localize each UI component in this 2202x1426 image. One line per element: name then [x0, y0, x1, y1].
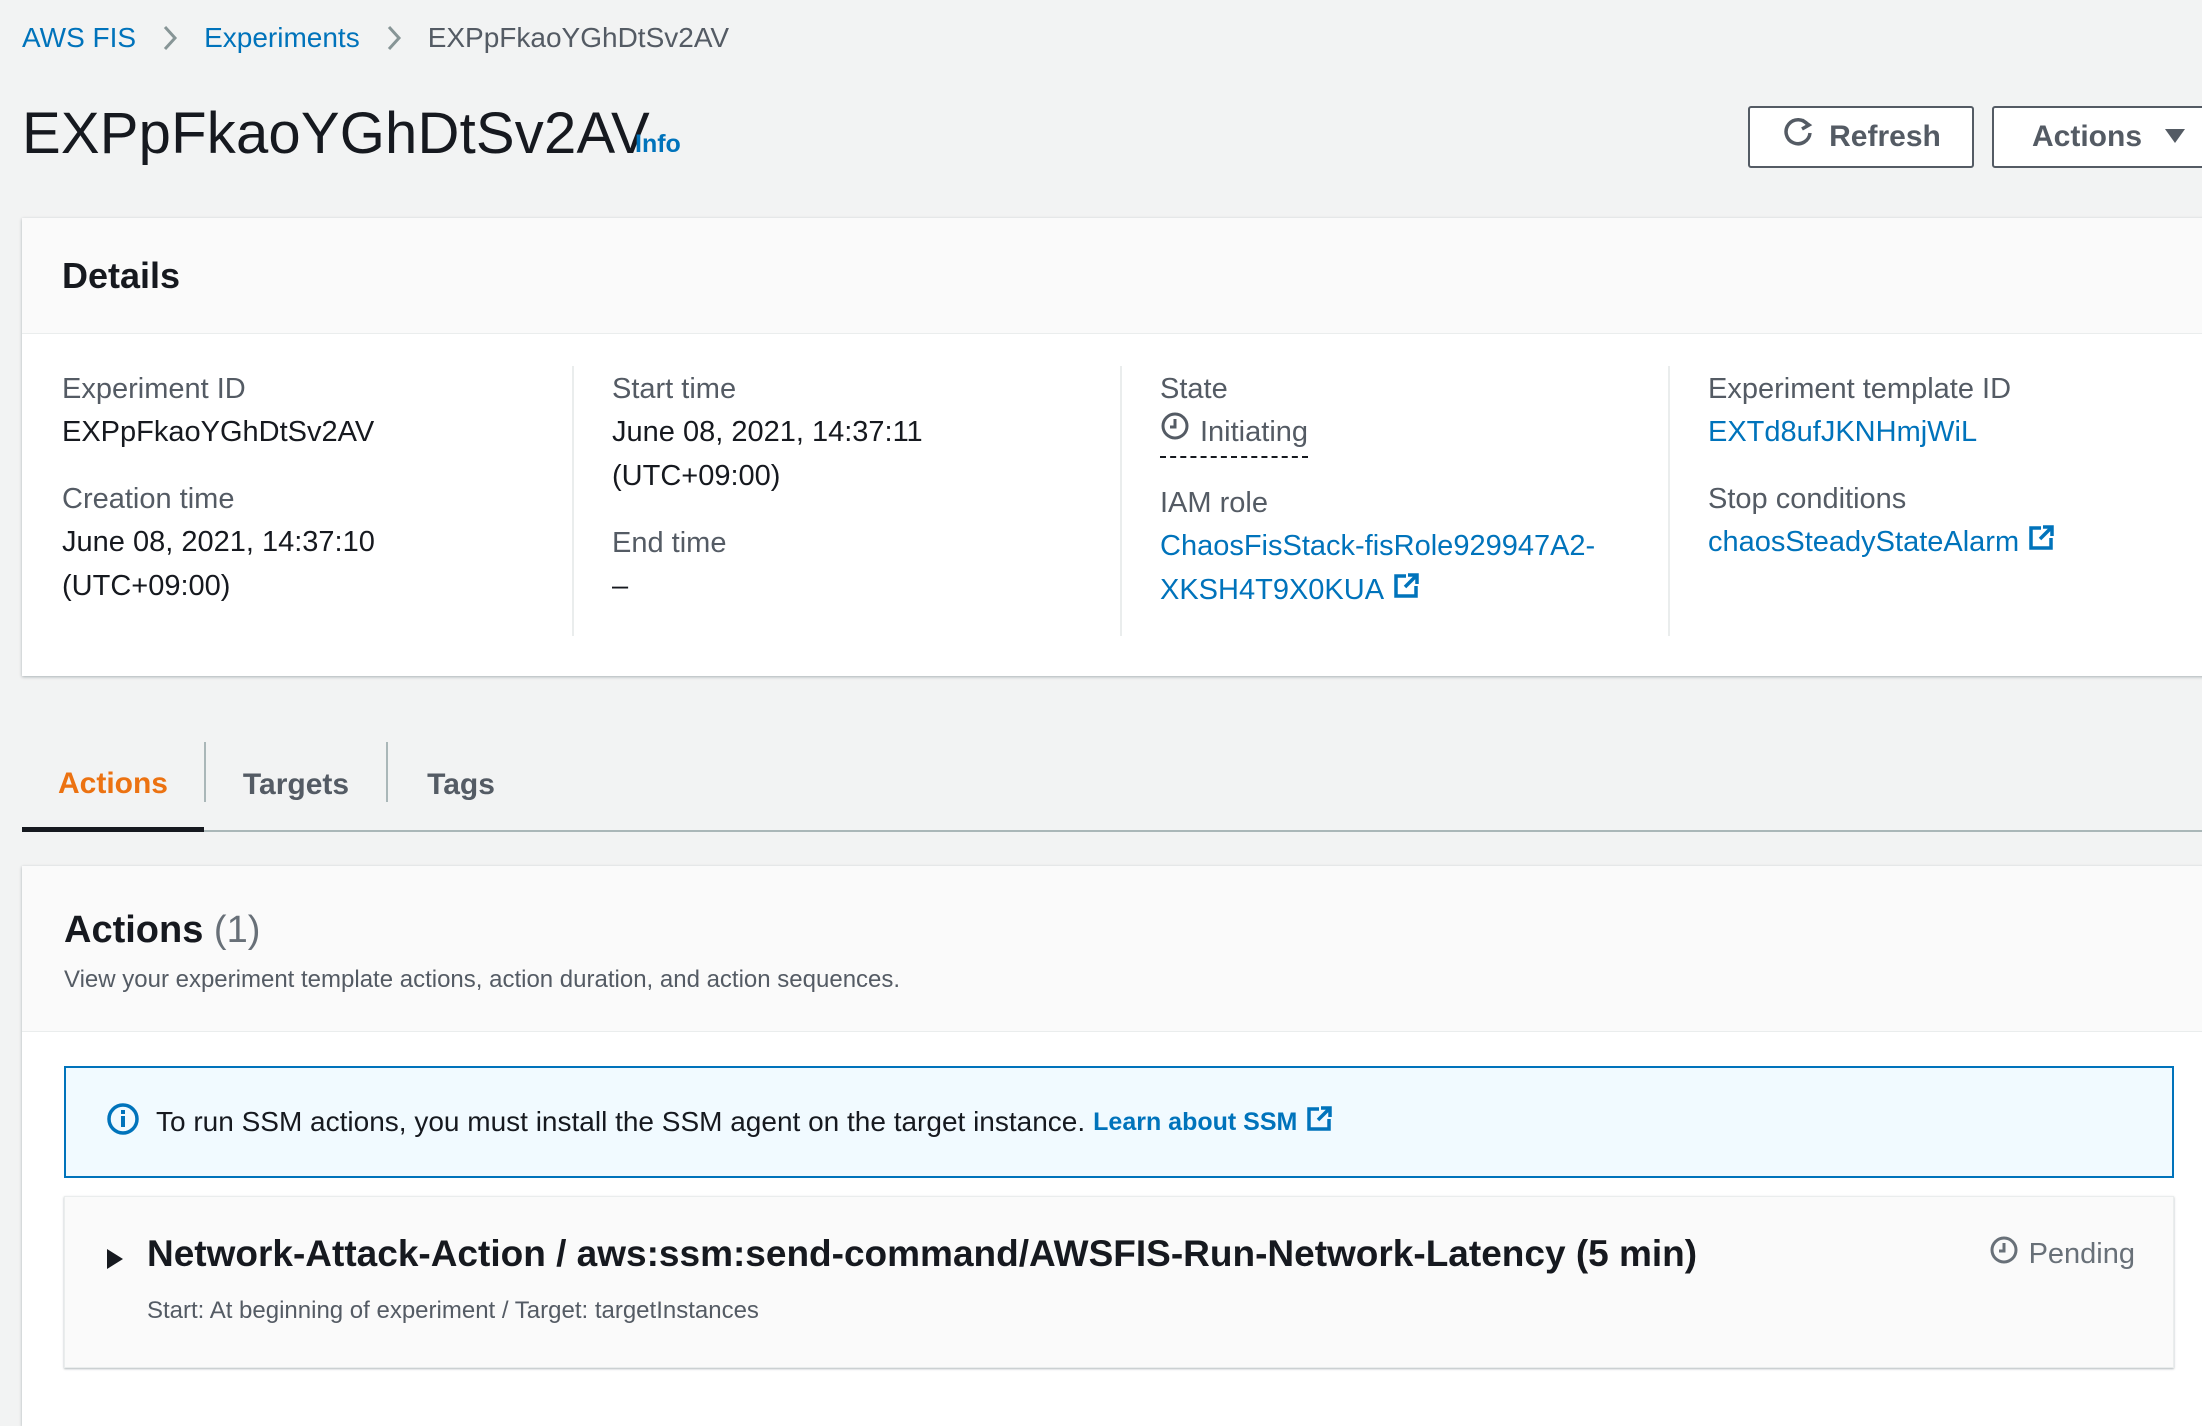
start-time-zone: (UTC+09:00)	[612, 460, 781, 492]
column-divider	[1668, 366, 1670, 636]
ssm-info-alert: To run SSM actions, you must install the…	[64, 1066, 2174, 1178]
clock-icon	[1160, 410, 1200, 454]
external-link-icon	[1392, 569, 1420, 613]
template-id-link[interactable]: EXTd8ufJKNHmjWiL	[1708, 410, 2202, 454]
details-column-1: Experiment ID EXPpFkaoYGhDtSv2AV Creatio…	[62, 368, 582, 608]
breadcrumb-aws-fis[interactable]: AWS FIS	[22, 22, 136, 54]
tab-targets[interactable]: Targets	[206, 740, 386, 830]
start-time-label: Start time	[612, 373, 737, 405]
creation-time-label: Creation time	[62, 483, 235, 515]
actions-heading-text: Actions	[64, 909, 204, 951]
external-link-icon	[2027, 521, 2055, 565]
refresh-label: Refresh	[1829, 120, 1941, 153]
column-divider	[572, 366, 574, 636]
iam-role-link[interactable]: ChaosFisStack-fisRole929947A2- XKSH4T9X0…	[1160, 524, 1680, 613]
page-title: EXPpFkaoYGhDtSv2AV	[22, 101, 650, 166]
action-list-item[interactable]: Network-Attack-Action / aws:ssm:send-com…	[64, 1196, 2174, 1368]
clock-icon	[1989, 1235, 2029, 1273]
details-panel: Details Experiment ID EXPpFkaoYGhDtSv2AV…	[22, 218, 2202, 676]
actions-heading: Actions (1)	[64, 906, 2180, 954]
learn-about-ssm-link[interactable]: Learn about SSM	[1093, 1105, 1349, 1140]
breadcrumb-current: EXPpFkaoYGhDtSv2AV	[427, 22, 730, 53]
creation-time-date: June 08, 2021, 14:37:10	[62, 526, 375, 558]
breadcrumb: AWS FIS Experiments EXPpFkaoYGhDtSv2AV	[22, 18, 729, 58]
action-status-text: Pending	[2028, 1237, 2135, 1270]
stop-condition-link[interactable]: chaosSteadyStateAlarm	[1708, 520, 2202, 565]
info-link[interactable]: Info	[635, 130, 681, 159]
end-time-label: End time	[612, 527, 727, 559]
actions-panel-header: Actions (1) View your experiment templat…	[22, 866, 2202, 1032]
external-link-icon	[1305, 1105, 1349, 1140]
state-text: Initiating	[1200, 416, 1309, 448]
experiment-id-label: Experiment ID	[62, 373, 246, 405]
actions-label: Actions	[2032, 120, 2143, 153]
caret-down-icon	[2164, 123, 2186, 151]
creation-time-zone: (UTC+09:00)	[62, 570, 231, 602]
chevron-right-icon	[386, 24, 402, 52]
action-title: Network-Attack-Action / aws:ssm:send-com…	[147, 1233, 1698, 1274]
action-status: Pending	[1989, 1235, 2135, 1273]
iam-role-line1: ChaosFisStack-fisRole929947A2-	[1160, 530, 1596, 562]
info-icon	[106, 1102, 156, 1143]
actions-description: View your experiment template actions, a…	[64, 966, 901, 993]
actions-count: (1)	[213, 909, 261, 951]
template-id-label: Experiment template ID	[1708, 373, 2012, 405]
iam-role-line2: XKSH4T9X0KUA	[1160, 568, 1680, 613]
action-subtitle: Start: At beginning of experiment / Targ…	[147, 1297, 759, 1324]
details-column-3: State Initiating IAM role ChaosFisStack-…	[1160, 368, 1680, 637]
expand-triangle-icon[interactable]	[105, 1247, 125, 1278]
details-column-4: Experiment template ID EXTd8ufJKNHmjWiL …	[1708, 368, 2202, 589]
column-divider	[1120, 366, 1122, 636]
state-label: State	[1160, 373, 1228, 405]
refresh-button[interactable]: Refresh	[1748, 106, 1974, 168]
tab-actions[interactable]: Actions	[22, 740, 204, 832]
refresh-icon	[1781, 116, 1829, 158]
start-time-value: June 08, 2021, 14:37:11 (UTC+09:00)	[612, 410, 1132, 498]
state-value: Initiating	[1160, 410, 1680, 458]
start-time-date: June 08, 2021, 14:37:11	[612, 416, 923, 448]
details-title: Details	[22, 218, 2202, 334]
end-time-value: –	[612, 570, 629, 602]
actions-panel: Actions (1) View your experiment templat…	[22, 866, 2202, 1426]
alert-text: To run SSM actions, you must install the…	[156, 1106, 1086, 1137]
creation-time-value: June 08, 2021, 14:37:10 (UTC+09:00)	[62, 520, 582, 608]
chevron-right-icon	[162, 24, 178, 52]
breadcrumb-experiments[interactable]: Experiments	[204, 22, 360, 54]
details-column-2: Start time June 08, 2021, 14:37:11 (UTC+…	[612, 368, 1132, 632]
experiment-id-value: EXPpFkaoYGhDtSv2AV	[62, 416, 375, 448]
tab-bar: Actions Targets Tags	[22, 740, 2202, 832]
tab-tags[interactable]: Tags	[388, 740, 534, 830]
actions-dropdown-button[interactable]: Actions	[1992, 106, 2202, 168]
stop-conditions-label: Stop conditions	[1708, 483, 1907, 515]
iam-role-label: IAM role	[1160, 487, 1268, 519]
state-status[interactable]: Initiating	[1160, 410, 1309, 458]
